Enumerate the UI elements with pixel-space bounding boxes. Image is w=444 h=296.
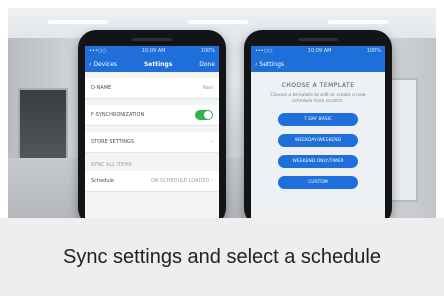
ceiling-light (188, 20, 248, 24)
chevron-right-icon: › (211, 139, 213, 145)
section-header: SYNC ALL ITEMS (85, 159, 219, 171)
clock: 10:09 AM (141, 48, 166, 54)
back-button[interactable]: ‹ Settings (255, 61, 284, 68)
row-label: STORE SETTINGS (91, 139, 135, 145)
sync-toggle[interactable] (195, 110, 213, 120)
nav-bar: ‹ Devices Settings Done (85, 56, 219, 72)
hero-photo: •••○○ 10:09 AM 100% ‹ Devices Settings D… (8, 8, 436, 218)
phone-settings: •••○○ 10:09 AM 100% ‹ Devices Settings D… (78, 30, 226, 218)
row-label: Schedule (91, 178, 114, 184)
nav-bar: ‹ Settings (251, 56, 385, 72)
template-heading: CHOOSE A TEMPLATE (281, 82, 355, 89)
template-button-7-day[interactable]: 7 DAY BASIC (278, 113, 358, 126)
setting-row-sync: F-SYNCHRONIZATION (85, 105, 219, 126)
ceiling-light (328, 20, 388, 24)
setting-row-name[interactable]: D-NAME Kexi (85, 78, 219, 99)
status-bar: •••○○ 10:09 AM 100% (85, 46, 219, 56)
product-card: •••○○ 10:09 AM 100% ‹ Devices Settings D… (0, 0, 444, 296)
row-label: F-SYNCHRONIZATION (91, 112, 145, 118)
setting-row-store[interactable]: STORE SETTINGS › (85, 132, 219, 153)
template-button-weekend-only[interactable]: WEEKEND ONLY/TIMER (278, 155, 358, 168)
row-value: DR SCHEDULE LOADED › (151, 178, 213, 184)
battery-indicator: 100% (366, 48, 381, 54)
status-bar: •••○○ 10:09 AM 100% (251, 46, 385, 56)
nav-title: Settings (143, 60, 173, 68)
signal-indicator: •••○○ (89, 48, 107, 54)
chevron-left-icon: ‹ (89, 60, 92, 68)
speaker (298, 38, 338, 41)
clock: 10:09 AM (307, 48, 332, 54)
template-screen: •••○○ 10:09 AM 100% ‹ Settings CHOOSE A … (251, 46, 385, 218)
phone-template: •••○○ 10:09 AM 100% ‹ Settings CHOOSE A … (244, 30, 392, 218)
template-button-weekday-weekend[interactable]: WEEKDAY/WEEKEND (278, 134, 358, 147)
done-button[interactable]: Done (199, 61, 215, 68)
template-subtext: Choose a template to edit or create a ne… (270, 93, 366, 104)
speaker (132, 38, 172, 41)
setting-row-schedule[interactable]: Schedule DR SCHEDULE LOADED › (85, 171, 219, 192)
row-label: D-NAME (91, 85, 112, 91)
battery-indicator: 100% (200, 48, 215, 54)
caption-bar: Sync settings and select a schedule (0, 218, 444, 296)
template-button-custom[interactable]: CUSTOM (278, 176, 358, 189)
back-label: Devices (93, 60, 118, 68)
settings-screen: •••○○ 10:09 AM 100% ‹ Devices Settings D… (85, 46, 219, 218)
section-label: SYNC ALL ITEMS (91, 162, 132, 168)
back-button[interactable]: ‹ Devices (89, 61, 117, 68)
caption-text: Sync settings and select a schedule (63, 245, 381, 268)
row-value: Kexi (202, 85, 213, 91)
ceiling-light (48, 20, 108, 24)
back-label: Settings (259, 60, 285, 68)
signal-indicator: •••○○ (255, 48, 273, 54)
chevron-left-icon: ‹ (255, 60, 258, 68)
